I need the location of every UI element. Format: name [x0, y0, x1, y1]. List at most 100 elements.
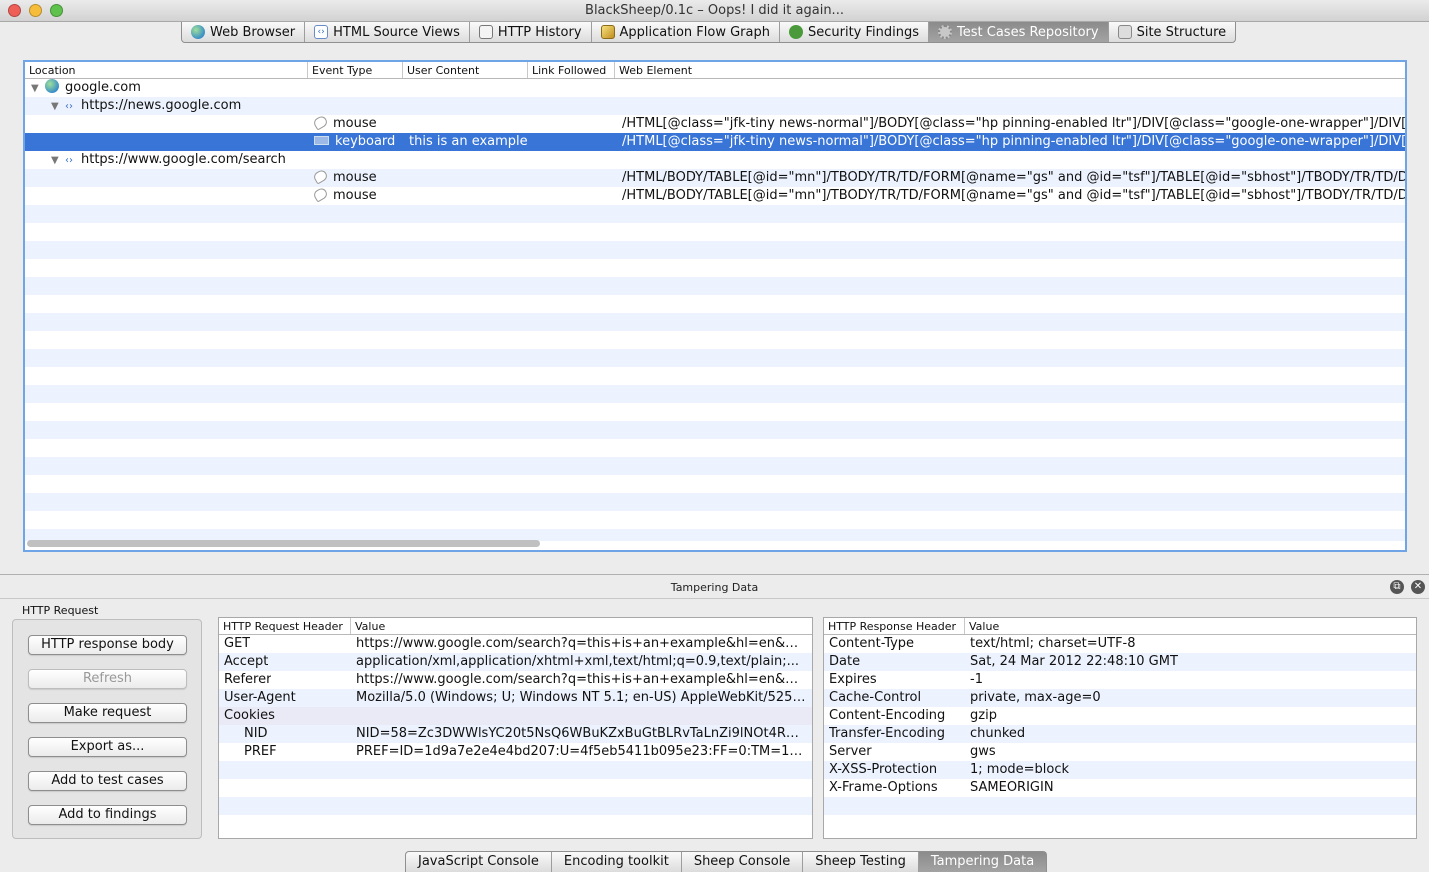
- source-icon: ‹›: [314, 25, 329, 39]
- tree-column-headers: Location Event Type User Content Link Fo…: [25, 62, 1405, 79]
- empty-row: [25, 421, 1405, 439]
- globe-icon: [45, 79, 59, 93]
- empty-row: [824, 797, 1416, 815]
- close-panel-icon[interactable]: ✕: [1411, 580, 1425, 594]
- request-headers-column-headers: HTTP Request Header Value: [219, 618, 812, 635]
- table-row[interactable]: Cache-Control private, max-age=0: [824, 689, 1416, 707]
- tab-application-flow-graph[interactable]: Application Flow Graph: [592, 22, 780, 42]
- window-title: BlackSheep/0.1c – Oops! I did it again..…: [585, 3, 844, 18]
- table-row[interactable]: Server gws: [824, 743, 1416, 761]
- export-as-button[interactable]: Export as...: [28, 737, 187, 757]
- empty-row: [25, 403, 1405, 421]
- table-row[interactable]: Content-Type text/html; charset=UTF-8: [824, 635, 1416, 653]
- source-icon: ‹›: [65, 101, 73, 112]
- tree-row-www-google-search[interactable]: ▼ ‹› https://www.google.com/search: [25, 151, 1405, 169]
- split-divider[interactable]: [0, 574, 1429, 575]
- horizontal-scrollbar[interactable]: [27, 540, 540, 547]
- tab-sheep-console[interactable]: Sheep Console: [682, 852, 804, 872]
- detach-panel-icon[interactable]: ⧉: [1390, 580, 1404, 594]
- empty-row: [25, 349, 1405, 367]
- tab-javascript-console[interactable]: JavaScript Console: [406, 852, 552, 872]
- table-row[interactable]: X-XSS-Protection 1; mode=block: [824, 761, 1416, 779]
- add-to-test-cases-button[interactable]: Add to test cases: [28, 771, 187, 791]
- table-row[interactable]: Content-Encoding gzip: [824, 707, 1416, 725]
- empty-row: [25, 295, 1405, 313]
- close-window-button[interactable]: [8, 4, 21, 17]
- empty-row: [25, 385, 1405, 403]
- empty-row: [219, 797, 812, 815]
- table-row[interactable]: Expires -1: [824, 671, 1416, 689]
- column-header-web-element[interactable]: Web Element: [615, 62, 1405, 78]
- disclosure-triangle-icon[interactable]: ▼: [51, 152, 65, 170]
- column-header-location[interactable]: Location: [25, 62, 308, 78]
- tree-row-news-google[interactable]: ▼ ‹› https://news.google.com: [25, 97, 1405, 115]
- empty-row: [25, 493, 1405, 511]
- tab-site-structure[interactable]: Site Structure: [1109, 22, 1236, 42]
- table-row[interactable]: Referer https://www.google.com/search?q=t…: [219, 671, 812, 689]
- empty-row: [25, 439, 1405, 457]
- disclosure-triangle-icon[interactable]: ▼: [51, 98, 65, 116]
- zoom-window-button[interactable]: [50, 4, 63, 17]
- tab-tampering-data[interactable]: Tampering Data: [918, 852, 1047, 872]
- tree-row-google-com[interactable]: ▼ google.com: [25, 79, 1405, 97]
- tab-security-findings[interactable]: Security Findings: [780, 22, 930, 42]
- tab-http-history[interactable]: HTTP History: [470, 22, 592, 42]
- table-row[interactable]: NID NID=58=Zc3DWWlsYC20t5NsQ6WBuKZxBuGtBL…: [219, 725, 812, 743]
- history-icon: [478, 25, 493, 39]
- tab-sheep-testing[interactable]: Sheep Testing: [803, 852, 919, 872]
- tree-row-event-selected[interactable]: keyboard this is an example /HTML[@class…: [25, 133, 1405, 151]
- make-request-button[interactable]: Make request: [28, 703, 187, 723]
- response-headers-table[interactable]: HTTP Response Header Value Content-Type t…: [823, 617, 1417, 839]
- graph-icon: [600, 25, 615, 39]
- column-header-response-header[interactable]: HTTP Response Header: [824, 618, 965, 634]
- table-row-cookies-group[interactable]: Cookies: [219, 707, 812, 725]
- tree-rows: ▼ google.com ▼ ‹› https://news.google.com m…: [25, 79, 1405, 541]
- tab-web-browser[interactable]: Web Browser: [182, 22, 306, 42]
- tab-html-source-views[interactable]: ‹› HTML Source Views: [305, 22, 470, 42]
- tab-test-cases-repository[interactable]: Test Cases Repository: [929, 22, 1109, 42]
- table-row[interactable]: Date Sat, 24 Mar 2012 22:48:10 GMT: [824, 653, 1416, 671]
- table-row[interactable]: Transfer-Encoding chunked: [824, 725, 1416, 743]
- http-response-body-button[interactable]: HTTP response body: [28, 635, 187, 655]
- column-header-request-value[interactable]: Value: [351, 618, 812, 634]
- bottom-tab-bar: JavaScript Console Encoding toolkit Shee…: [405, 851, 1048, 872]
- tree-row-event[interactable]: mouse /HTML[@class="jfk-tiny news-normal…: [25, 115, 1405, 133]
- mouse-icon: [314, 115, 329, 131]
- globe-icon: [191, 25, 205, 39]
- column-header-user-content[interactable]: User Content: [403, 62, 528, 78]
- mouse-icon: [314, 169, 329, 185]
- request-actions-box: HTTP response body Refresh Make request …: [12, 619, 202, 839]
- keyboard-icon: [314, 136, 329, 145]
- column-header-link-followed[interactable]: Link Followed: [528, 62, 615, 78]
- table-row[interactable]: Accept application/xml,application/xhtml+…: [219, 653, 812, 671]
- table-row[interactable]: GET https://www.google.com/search?q=this+…: [219, 635, 812, 653]
- column-header-event-type[interactable]: Event Type: [308, 62, 403, 78]
- empty-row: [25, 241, 1405, 259]
- minimize-window-button[interactable]: [29, 4, 42, 17]
- gear-icon: [938, 25, 953, 39]
- empty-row: [25, 331, 1405, 349]
- tree-row-event[interactable]: mouse /HTML/BODY/TABLE[@id="mn"]/TBODY/T…: [25, 187, 1405, 205]
- refresh-button[interactable]: Refresh: [28, 669, 187, 689]
- column-header-request-header[interactable]: HTTP Request Header: [219, 618, 351, 634]
- tree-row-event[interactable]: mouse /HTML/BODY/TABLE[@id="mn"]/TBODY/T…: [25, 169, 1405, 187]
- empty-row: [219, 779, 812, 797]
- column-header-response-value[interactable]: Value: [965, 618, 1416, 634]
- empty-row: [25, 259, 1405, 277]
- empty-row: [25, 367, 1405, 385]
- response-headers-column-headers: HTTP Response Header Value: [824, 618, 1416, 635]
- tab-encoding-toolkit[interactable]: Encoding toolkit: [552, 852, 682, 872]
- sitemap-icon: [1117, 25, 1132, 39]
- table-row[interactable]: X-Frame-Options SAMEORIGIN: [824, 779, 1416, 797]
- test-cases-tree-table[interactable]: Location Event Type User Content Link Fo…: [23, 60, 1407, 552]
- tampering-panel-title: Tampering Data: [0, 577, 1429, 599]
- mouse-icon: [314, 187, 329, 203]
- table-row[interactable]: User-Agent Mozilla/5.0 (Windows; U; Windo…: [219, 689, 812, 707]
- window-controls: [8, 4, 63, 17]
- disclosure-triangle-icon[interactable]: ▼: [31, 80, 45, 98]
- add-to-findings-button[interactable]: Add to findings: [28, 805, 187, 825]
- response-headers-rows: Content-Type text/html; charset=UTF-8 Dat…: [824, 635, 1416, 833]
- empty-row: [25, 457, 1405, 475]
- table-row[interactable]: PREF PREF=ID=1d9a7e2e4e4bd207:U=4f5eb5411…: [219, 743, 812, 761]
- request-headers-table[interactable]: HTTP Request Header Value GET https://www…: [218, 617, 813, 839]
